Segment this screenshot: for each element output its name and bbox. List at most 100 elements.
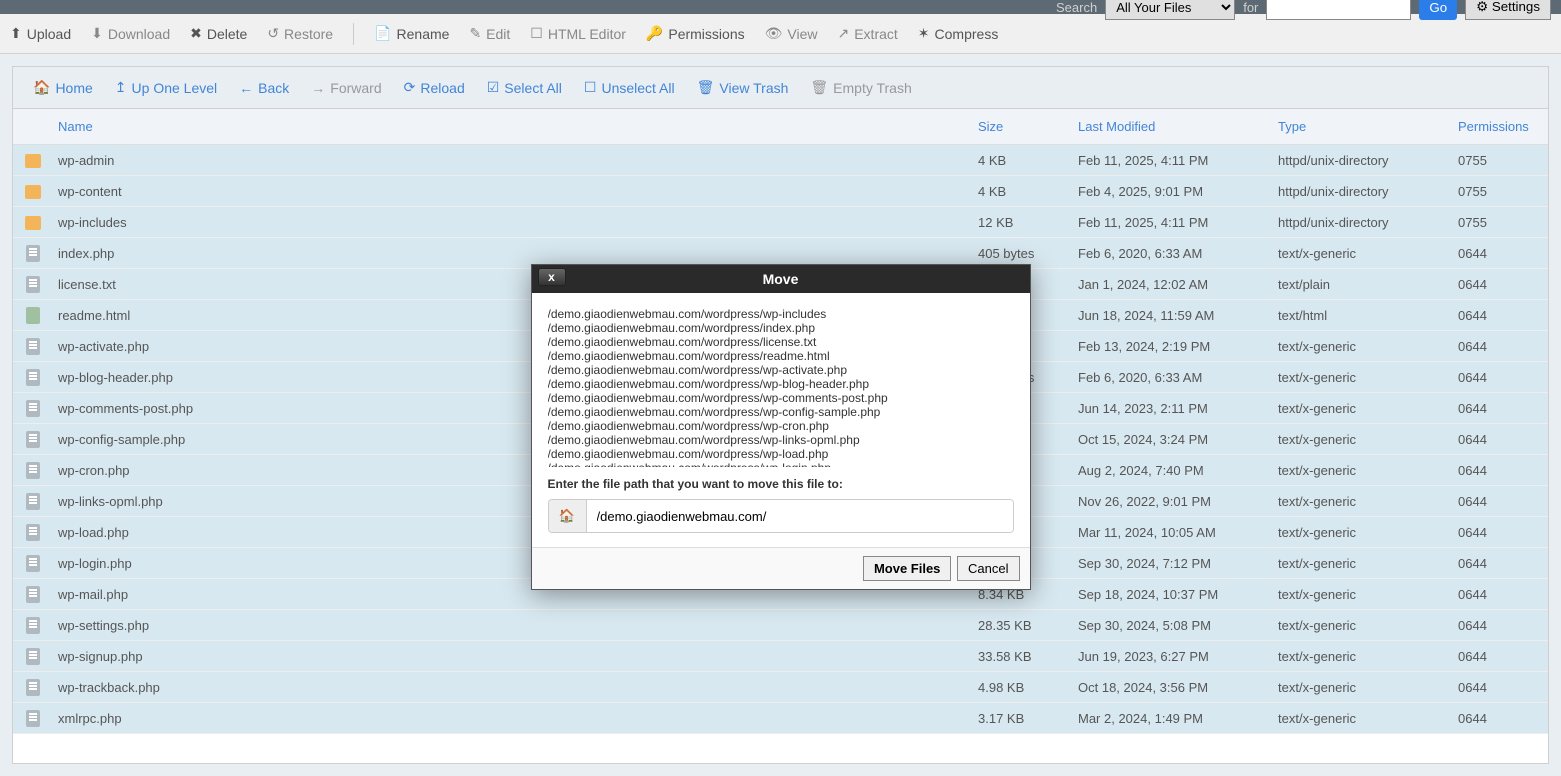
view-trash-button[interactable]: 🗑View Trash — [697, 79, 789, 96]
home-icon: 🏠 — [33, 79, 50, 96]
table-row[interactable]: wp-settings.php28.35 KBSep 30, 2024, 5:0… — [13, 610, 1548, 641]
cell-permissions: 0644 — [1458, 463, 1548, 478]
col-type[interactable]: Type — [1278, 119, 1458, 134]
cell-size: 12 KB — [978, 215, 1078, 230]
download-button[interactable]: ⬇Download — [91, 25, 170, 42]
cell-permissions: 0644 — [1458, 525, 1548, 540]
code-icon — [26, 307, 40, 324]
upload-button[interactable]: ⬆Upload — [10, 25, 71, 42]
cell-type: text/x-generic — [1278, 463, 1458, 478]
go-button[interactable]: Go — [1419, 0, 1457, 20]
back-button[interactable]: ←Back — [239, 80, 289, 96]
col-last-modified[interactable]: Last Modified — [1078, 119, 1278, 134]
cell-size: 4 KB — [978, 184, 1078, 199]
cell-name: wp-content — [53, 184, 978, 199]
file-icon — [26, 462, 40, 479]
cell-name: wp-settings.php — [53, 618, 978, 633]
edit-button[interactable]: ✎Edit — [469, 25, 510, 42]
path-list-item: /demo.giaodienwebmau.com/wordpress/readm… — [548, 349, 1014, 363]
cell-permissions: 0755 — [1458, 215, 1548, 230]
search-label: Search — [1056, 0, 1097, 15]
cell-modified: Nov 26, 2022, 9:01 PM — [1078, 494, 1278, 509]
download-icon: ⬇ — [91, 25, 103, 42]
path-list-item: /demo.giaodienwebmau.com/wordpress/wp-co… — [548, 405, 1014, 419]
cell-size: 405 bytes — [978, 246, 1078, 261]
html-editor-button[interactable]: ☐HTML Editor — [530, 25, 626, 42]
cell-permissions: 0644 — [1458, 277, 1548, 292]
path-list-item: /demo.giaodienwebmau.com/wordpress/wp-lo… — [548, 447, 1014, 461]
path-list-item: /demo.giaodienwebmau.com/wordpress/wp-cr… — [548, 419, 1014, 433]
cell-modified: Sep 18, 2024, 10:37 PM — [1078, 587, 1278, 602]
cell-permissions: 0644 — [1458, 494, 1548, 509]
cell-type: text/x-generic — [1278, 711, 1458, 726]
table-row[interactable]: wp-includes12 KBFeb 11, 2025, 4:11 PMhtt… — [13, 207, 1548, 238]
permissions-button[interactable]: 🔑Permissions — [646, 25, 745, 42]
restore-button[interactable]: ↺Restore — [267, 25, 333, 42]
destination-path-input[interactable] — [587, 500, 1013, 532]
file-icon — [26, 710, 40, 727]
cell-size: 28.35 KB — [978, 618, 1078, 633]
path-list-item: /demo.giaodienwebmau.com/wordpress/index… — [548, 321, 1014, 335]
up-one-level-button[interactable]: ↥Up One Level — [115, 79, 217, 96]
cell-modified: Feb 11, 2025, 4:11 PM — [1078, 153, 1278, 168]
cell-type: text/x-generic — [1278, 680, 1458, 695]
home-button[interactable]: 🏠Home — [33, 79, 93, 96]
restore-icon: ↺ — [267, 25, 279, 42]
cell-modified: Jan 1, 2024, 12:02 AM — [1078, 277, 1278, 292]
compress-button[interactable]: ✶Compress — [918, 25, 999, 42]
move-files-button[interactable]: Move Files — [863, 556, 951, 581]
path-list-item: /demo.giaodienwebmau.com/wordpress/wp-bl… — [548, 377, 1014, 391]
path-list-item: /demo.giaodienwebmau.com/wordpress/wp-in… — [548, 307, 1014, 321]
forward-button[interactable]: →Forward — [311, 80, 381, 96]
dialog-path-list[interactable]: /demo.giaodienwebmau.com/wordpress/wp-in… — [548, 307, 1014, 467]
cell-name: index.php — [53, 246, 978, 261]
cell-permissions: 0644 — [1458, 556, 1548, 571]
table-row[interactable]: wp-admin4 KBFeb 11, 2025, 4:11 PMhttpd/u… — [13, 145, 1548, 176]
delete-button[interactable]: ✖Delete — [190, 25, 247, 42]
cell-permissions: 0644 — [1458, 680, 1548, 695]
cell-modified: Feb 6, 2020, 6:33 AM — [1078, 370, 1278, 385]
select-all-button[interactable]: ☑Select All — [487, 79, 562, 96]
empty-trash-button[interactable]: 🗑Empty Trash — [810, 79, 911, 96]
cell-permissions: 0644 — [1458, 370, 1548, 385]
cell-modified: Jun 14, 2023, 2:11 PM — [1078, 401, 1278, 416]
close-button[interactable]: x — [538, 268, 566, 286]
cell-modified: Oct 18, 2024, 3:56 PM — [1078, 680, 1278, 695]
for-label: for — [1243, 0, 1258, 15]
col-name[interactable]: Name — [53, 119, 978, 134]
cell-permissions: 0644 — [1458, 246, 1548, 261]
cell-name: wp-trackback.php — [53, 680, 978, 695]
home-icon[interactable]: 🏠 — [549, 500, 587, 532]
panel-toolbar: 🏠Home ↥Up One Level ←Back →Forward ⟳Relo… — [13, 67, 1548, 109]
cell-modified: Sep 30, 2024, 7:12 PM — [1078, 556, 1278, 571]
cell-size: 4.98 KB — [978, 680, 1078, 695]
cell-type: text/x-generic — [1278, 587, 1458, 602]
col-size[interactable]: Size — [978, 119, 1078, 134]
cell-modified: Feb 6, 2020, 6:33 AM — [1078, 246, 1278, 261]
file-icon — [26, 648, 40, 665]
search-scope-select[interactable]: All Your Files — [1105, 0, 1235, 20]
reload-button[interactable]: ⟳Reload — [404, 79, 465, 96]
file-icon — [26, 524, 40, 541]
path-list-item: /demo.giaodienwebmau.com/wordpress/wp-li… — [548, 433, 1014, 447]
search-input[interactable] — [1266, 0, 1411, 20]
compress-icon: ✶ — [918, 25, 930, 42]
table-row[interactable]: wp-trackback.php4.98 KBOct 18, 2024, 3:5… — [13, 672, 1548, 703]
path-list-item: /demo.giaodienwebmau.com/wordpress/wp-co… — [548, 391, 1014, 405]
trash-icon: 🗑 — [810, 79, 828, 96]
upload-icon: ⬆ — [10, 25, 22, 42]
settings-button[interactable]: ⚙ Settings — [1465, 0, 1551, 20]
dialog-title: Move — [763, 271, 799, 287]
table-row[interactable]: xmlrpc.php3.17 KBMar 2, 2024, 1:49 PMtex… — [13, 703, 1548, 734]
col-permissions[interactable]: Permissions — [1458, 119, 1548, 134]
table-row[interactable]: wp-content4 KBFeb 4, 2025, 9:01 PMhttpd/… — [13, 176, 1548, 207]
rename-button[interactable]: 📄Rename — [374, 25, 449, 42]
cancel-button[interactable]: Cancel — [957, 556, 1019, 581]
view-button[interactable]: 👁View — [765, 25, 818, 42]
separator — [353, 23, 354, 45]
unselect-all-button[interactable]: ☐Unselect All — [584, 79, 675, 96]
cell-permissions: 0644 — [1458, 649, 1548, 664]
table-row[interactable]: wp-signup.php33.58 KBJun 19, 2023, 6:27 … — [13, 641, 1548, 672]
extract-button[interactable]: ↗Extract — [837, 25, 897, 42]
file-icon — [26, 555, 40, 572]
